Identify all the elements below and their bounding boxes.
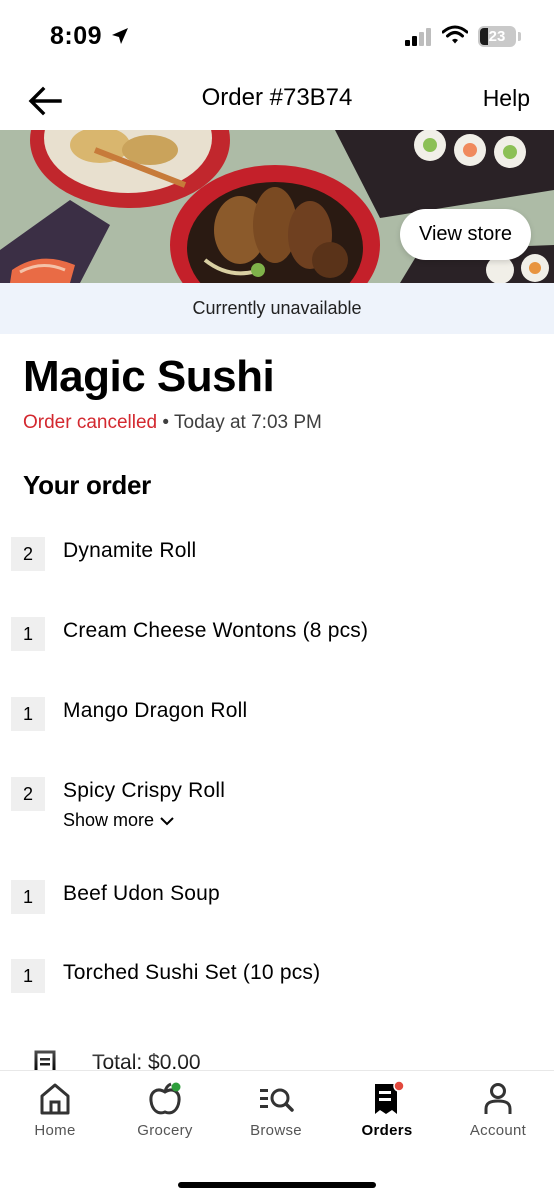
quantity-badge: 2 — [11, 777, 45, 811]
quantity-badge: 1 — [11, 880, 45, 914]
tab-label: Account — [469, 1122, 527, 1139]
item-name: Dynamite Roll — [63, 539, 197, 562]
tab-account[interactable]: Account — [443, 1071, 553, 1151]
quantity-badge: 1 — [11, 959, 45, 993]
status-bar: 8:09 23 — [0, 0, 554, 70]
bottom-tab-bar: Home Grocery Browse Orders Account — [0, 1070, 554, 1200]
wifi-icon — [442, 25, 468, 44]
item-name: Mango Dragon Roll — [63, 699, 248, 722]
tab-label: Grocery — [137, 1122, 193, 1139]
tab-home[interactable]: Home — [0, 1071, 110, 1151]
order-meta: Order cancelled • Today at 7:03 PM — [23, 412, 322, 434]
quantity-badge: 1 — [11, 697, 45, 731]
receipt-icon — [375, 1081, 405, 1114]
order-item: 1 Torched Sushi Set (10 pcs) — [0, 959, 554, 1019]
person-icon — [484, 1083, 512, 1114]
store-name: Magic Sushi — [23, 352, 275, 401]
battery-indicator: 23 — [478, 26, 516, 47]
home-indicator[interactable] — [178, 1182, 376, 1188]
show-more-button[interactable]: Show more — [63, 810, 174, 831]
show-more-label: Show more — [63, 810, 155, 830]
page-title: Order #73B74 — [201, 84, 353, 111]
quantity-badge: 2 — [11, 537, 45, 571]
tab-label: Orders — [361, 1122, 413, 1139]
cellular-signal-icon — [405, 28, 431, 46]
apple-icon — [149, 1082, 181, 1115]
order-item: 1 Mango Dragon Roll — [0, 697, 554, 757]
order-item: 2 Dynamite Roll — [0, 537, 554, 597]
status-time: 8:09 — [50, 22, 103, 50]
view-store-button[interactable]: View store — [400, 209, 531, 260]
tab-grocery[interactable]: Grocery — [110, 1071, 220, 1151]
item-name: Beef Udon Soup — [63, 882, 220, 905]
battery-nub — [518, 32, 521, 41]
quantity-badge: 1 — [11, 617, 45, 651]
tab-browse[interactable]: Browse — [221, 1071, 331, 1151]
food-photo — [0, 130, 554, 283]
battery-level: 23 — [488, 28, 506, 45]
tab-orders[interactable]: Orders — [332, 1071, 442, 1151]
tab-label: Home — [34, 1122, 76, 1139]
item-name: Spicy Crispy Roll — [63, 779, 226, 802]
tab-label: Browse — [250, 1122, 302, 1139]
order-time: Today at 7:03 PM — [174, 412, 322, 433]
order-status: Order cancelled — [23, 412, 158, 433]
section-title: Your order — [23, 470, 151, 500]
store-hero-image — [0, 130, 554, 283]
order-item: 2 Spicy Crispy Roll Show more — [0, 777, 554, 847]
location-arrow-icon — [112, 28, 128, 44]
item-name: Torched Sushi Set (10 pcs) — [63, 961, 321, 984]
help-button[interactable]: Help — [483, 85, 530, 112]
order-item: 1 Beef Udon Soup — [0, 880, 554, 940]
meta-separator: • — [157, 412, 174, 433]
item-name: Cream Cheese Wontons (8 pcs) — [63, 619, 369, 642]
order-item: 1 Cream Cheese Wontons (8 pcs) — [0, 617, 554, 677]
nav-header: Order #73B74 Help — [0, 70, 554, 130]
home-icon — [40, 1083, 70, 1115]
browse-search-icon — [260, 1088, 294, 1112]
unavailable-banner: Currently unavailable — [0, 283, 554, 334]
chevron-down-icon — [160, 817, 174, 826]
